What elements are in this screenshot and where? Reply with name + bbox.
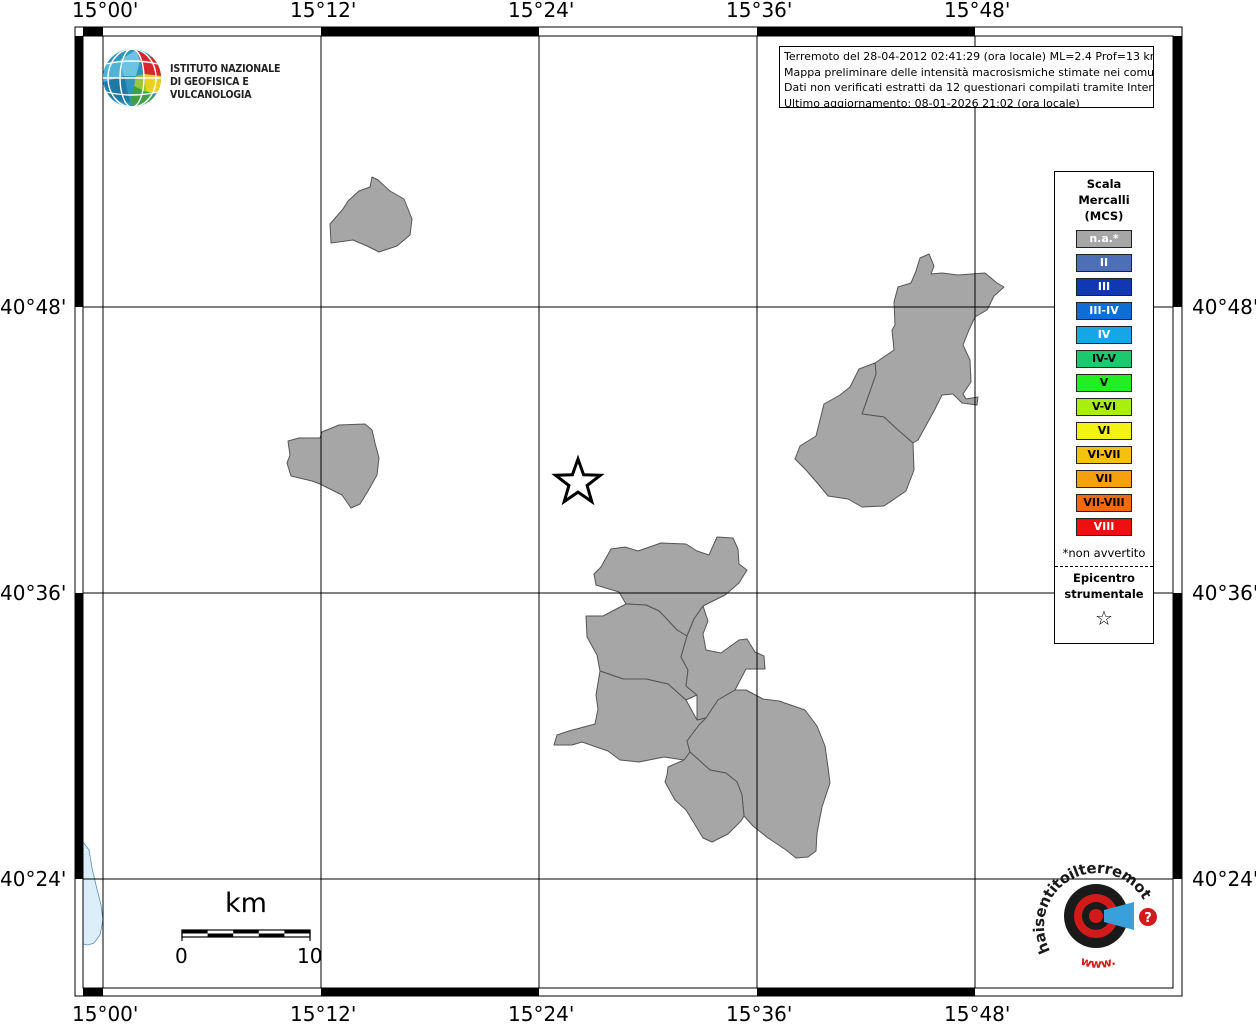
legend-item: VI-VII xyxy=(1076,446,1132,464)
haisentito-logo-graphic: haisentitoilterremoto.it www. ? xyxy=(1025,844,1157,971)
legend-divider xyxy=(1055,566,1153,567)
ingv-logo: ISTITUTO NAZIONALE DI GEOFISICA E VULCAN… xyxy=(100,46,330,110)
lat-tick-right: 40°24' xyxy=(1192,867,1256,891)
lon-tick-top: 15°36' xyxy=(726,0,793,22)
legend-item: VII xyxy=(1076,470,1132,488)
event-info-line: Mappa preliminare delle intensità macros… xyxy=(784,65,1154,79)
lon-tick-top: 15°00' xyxy=(72,0,139,22)
lon-tick-top: 15°48' xyxy=(944,0,1011,22)
lat-tick-left: 40°48' xyxy=(0,295,67,319)
ingv-name-line1: ISTITUTO NAZIONALE xyxy=(170,63,281,75)
event-info-box: Terremoto del 28-04-2012 02:41:29 (ora l… xyxy=(779,46,1154,108)
globe-icon xyxy=(103,49,161,107)
legend-item: II xyxy=(1076,254,1132,272)
intensity-map: 15°00' 15°12' 15°24' 15°36' 15°48' 15°00… xyxy=(0,0,1256,1024)
lon-tick-bottom: 15°24' xyxy=(508,1002,575,1026)
legend-note: *non avvertito xyxy=(1062,546,1146,560)
legend-item: n.a.* xyxy=(1076,230,1132,248)
intensity-legend: Scala Mercalli (MCS) n.a.* II III III-IV IV I… xyxy=(1054,171,1154,644)
haisentito-logo: haisentitoilterremoto.it www. ? xyxy=(1025,844,1170,976)
lat-tick-right: 40°36' xyxy=(1192,581,1256,605)
event-info-line: Ultimo aggiornamento: 08-01-2026 21:02 (… xyxy=(784,96,1080,108)
legend-list: n.a.* II III III-IV IV IV-V V V-VI VI VI-VII VII VI… xyxy=(1055,230,1153,536)
legend-item: V-VI xyxy=(1076,398,1132,416)
ingv-name-line2: DI GEOFISICA E VULCANOLOGIA xyxy=(170,76,252,101)
lon-tick-top: 15°12' xyxy=(290,0,357,22)
scale-unit: km xyxy=(225,888,267,919)
scale-end: 10 xyxy=(297,944,323,968)
scale-start: 0 xyxy=(175,944,188,968)
lat-tick-left: 40°24' xyxy=(0,867,67,891)
lon-tick-top: 15°24' xyxy=(508,0,575,22)
question-icon: ? xyxy=(1144,911,1152,926)
legend-item: IV-V xyxy=(1076,350,1132,368)
haisentito-www: www. xyxy=(1079,954,1117,971)
legend-item: IV xyxy=(1076,326,1132,344)
legend-title: Scala Mercalli (MCS) xyxy=(1078,177,1130,223)
lat-tick-left: 40°36' xyxy=(0,581,67,605)
lon-tick-bottom: 15°48' xyxy=(944,1002,1011,1026)
legend-item: VIII xyxy=(1076,518,1132,536)
epicenter-star-icon: ☆ xyxy=(1095,606,1113,630)
legend-epicenter-label: Epicentro strumentale xyxy=(1064,571,1144,601)
lon-tick-bottom: 15°00' xyxy=(72,1002,139,1026)
legend-item: III xyxy=(1076,278,1132,296)
legend-item: III-IV xyxy=(1076,302,1132,320)
lon-tick-bottom: 15°36' xyxy=(726,1002,793,1026)
event-info-line: Dati non verificati estratti da 12 quest… xyxy=(784,81,1154,94)
lon-tick-bottom: 15°12' xyxy=(290,1002,357,1026)
legend-item: VII-VIII xyxy=(1076,494,1132,512)
lat-tick-right: 40°48' xyxy=(1192,295,1256,319)
svg-text:www.: www. xyxy=(1079,954,1117,971)
event-info-line: Terremoto del 28-04-2012 02:41:29 (ora l… xyxy=(784,50,1154,63)
legend-item: VI xyxy=(1076,422,1132,440)
legend-item: V xyxy=(1076,374,1132,392)
